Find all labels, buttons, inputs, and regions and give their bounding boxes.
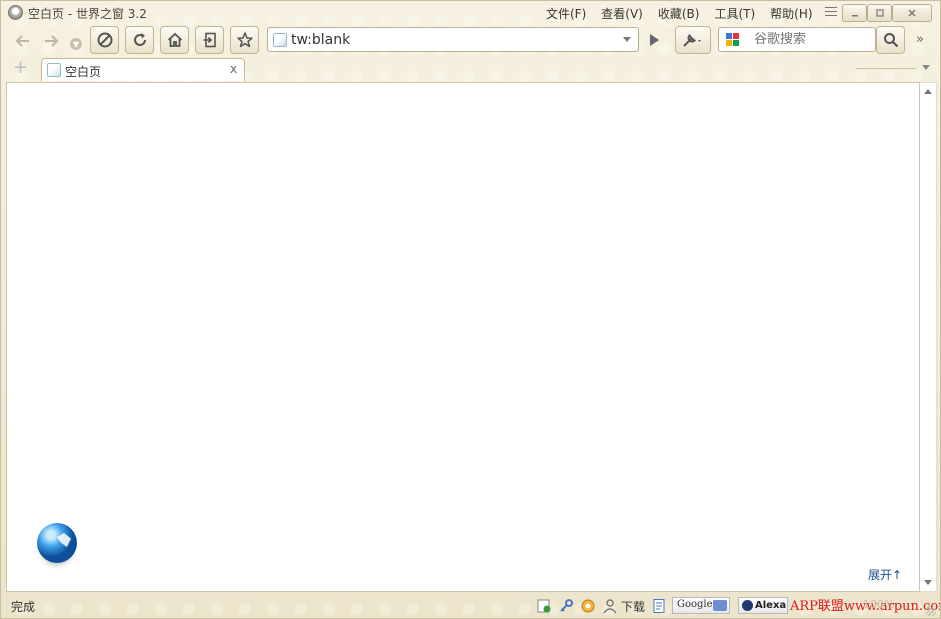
browser-window: 空白页 - 世界之窗 3.2 文件(F) 查看(V) 收藏(B) 工具(T) 帮… xyxy=(0,0,941,619)
alexa-icon xyxy=(742,600,753,611)
back-button[interactable] xyxy=(9,28,37,54)
zoom-level[interactable]: 100% xyxy=(863,598,894,611)
menu-view[interactable]: 查看(V) xyxy=(601,5,643,22)
tab-close-button[interactable]: x xyxy=(230,62,237,76)
google-widget-icon xyxy=(713,600,727,611)
home-icon xyxy=(167,32,182,47)
stop-button[interactable] xyxy=(90,26,119,54)
forward-arrow-icon xyxy=(45,35,59,47)
address-dropdown-icon[interactable] xyxy=(623,37,631,42)
minimize-icon xyxy=(851,15,858,17)
window-title: 空白页 - 世界之窗 3.2 xyxy=(28,7,147,21)
forward-button[interactable] xyxy=(37,28,65,54)
alexa-label: Alexa xyxy=(755,600,787,611)
menu-bar: 文件(F) 查看(V) 收藏(B) 工具(T) 帮助(H) xyxy=(546,5,813,22)
magnifier-icon xyxy=(883,33,898,48)
resize-grip-icon[interactable] xyxy=(926,606,936,616)
download-label[interactable]: 下载 xyxy=(621,598,645,615)
tab-blank-page[interactable]: 空白页 x xyxy=(41,58,245,81)
menu-favorites[interactable]: 收藏(B) xyxy=(658,5,700,22)
go-button[interactable] xyxy=(641,26,667,54)
close-button[interactable] xyxy=(892,4,932,22)
toolbar-overflow-button[interactable]: » xyxy=(916,32,924,47)
page-content[interactable]: 展开↑ xyxy=(6,82,920,592)
restore-button[interactable] xyxy=(195,26,224,54)
system-menu-icon[interactable] xyxy=(825,7,837,18)
page-info-icon[interactable] xyxy=(536,598,552,614)
status-text: 完成 xyxy=(11,600,36,614)
tab-bar-divider xyxy=(856,68,916,69)
history-dropdown-icon[interactable]: ▼ xyxy=(70,38,82,50)
google-engine-icon[interactable] xyxy=(725,32,741,48)
page-icon xyxy=(47,63,61,77)
status-bar: 完成 下载 Google Alexa ARP联盟www.arpun.com 10… xyxy=(1,594,940,618)
tab-label: 空白页 xyxy=(65,65,102,79)
refresh-icon xyxy=(133,33,146,46)
scroll-up-icon[interactable] xyxy=(924,89,932,94)
key-icon[interactable] xyxy=(558,598,574,614)
search-box[interactable] xyxy=(718,27,876,52)
stop-icon xyxy=(97,32,112,48)
tools-button[interactable] xyxy=(675,26,711,54)
menu-tools[interactable]: 工具(T) xyxy=(714,5,755,22)
scroll-down-icon[interactable] xyxy=(924,580,932,585)
minimize-button[interactable] xyxy=(842,4,867,22)
star-icon xyxy=(236,32,253,48)
navigation-toolbar: ▼ tw:blank 谷歌搜索 » xyxy=(1,25,940,55)
close-icon xyxy=(908,9,916,17)
tab-bar: + 空白页 x xyxy=(1,57,940,81)
google-label: Google xyxy=(677,599,713,610)
address-bar[interactable] xyxy=(267,27,639,52)
new-tab-button[interactable]: + xyxy=(13,59,28,77)
page-icon xyxy=(273,33,287,47)
back-arrow-icon xyxy=(15,35,29,47)
download-icon[interactable] xyxy=(602,598,618,614)
alexa-widget[interactable]: Alexa xyxy=(738,597,788,614)
google-toolbar-widget[interactable]: Google xyxy=(672,597,730,614)
app-logo-icon xyxy=(8,5,23,20)
favorite-button[interactable] xyxy=(230,26,259,54)
plugin-icon[interactable] xyxy=(580,598,596,614)
expand-link[interactable]: 展开↑ xyxy=(868,566,902,583)
notes-icon[interactable] xyxy=(651,598,667,614)
maximize-icon xyxy=(875,9,884,17)
globe-logo-icon xyxy=(37,523,77,563)
title-bar: 空白页 - 世界之窗 3.2 文件(F) 查看(V) 收藏(B) 工具(T) 帮… xyxy=(1,1,940,25)
wrench-icon xyxy=(683,33,701,47)
menu-file[interactable]: 文件(F) xyxy=(546,5,586,22)
search-button[interactable] xyxy=(876,26,905,54)
maximize-button[interactable] xyxy=(867,4,892,22)
tab-list-dropdown-icon[interactable] xyxy=(922,65,930,70)
vertical-scrollbar[interactable] xyxy=(920,82,937,592)
restore-icon xyxy=(203,32,216,48)
home-button[interactable] xyxy=(160,26,189,54)
search-input[interactable] xyxy=(754,32,869,47)
play-icon xyxy=(649,34,659,46)
address-input[interactable] xyxy=(291,32,611,48)
menu-help[interactable]: 帮助(H) xyxy=(770,5,812,22)
refresh-button[interactable] xyxy=(125,26,154,54)
